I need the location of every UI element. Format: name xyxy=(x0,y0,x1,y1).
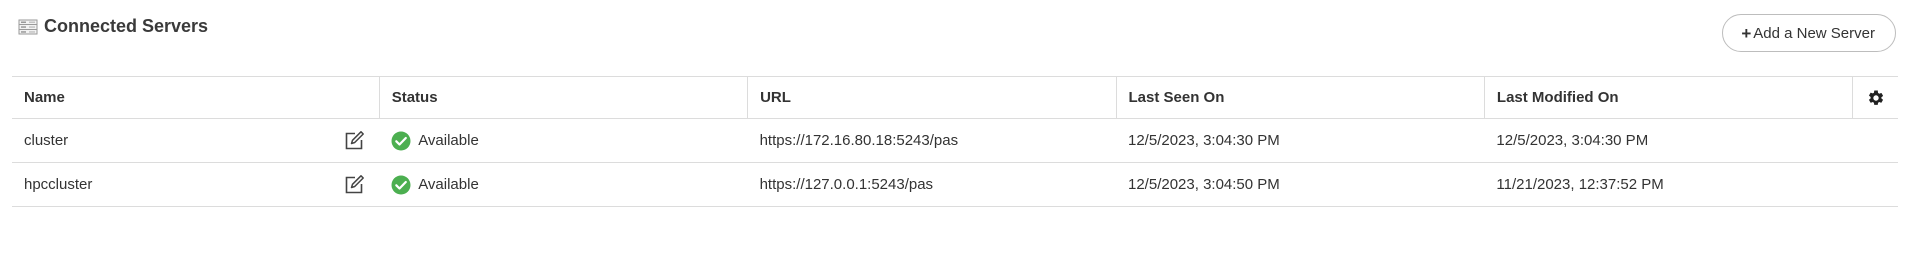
section-header: Connected Servers xyxy=(18,16,208,37)
connected-servers-page: Connected Servers + Add a New Server Nam… xyxy=(0,0,1912,263)
column-header-name[interactable]: Name xyxy=(12,76,380,119)
check-circle-icon xyxy=(391,175,411,195)
table-row: hpccluster Available https://127.0.0.1:5… xyxy=(12,163,1898,207)
column-header-last-seen[interactable]: Last Seen On xyxy=(1116,76,1485,119)
column-header-url[interactable]: URL xyxy=(747,76,1117,119)
cell-url: https://127.0.0.1:5243/pas xyxy=(759,176,934,193)
cell-last-modified: 12/5/2023, 3:04:30 PM xyxy=(1496,132,1649,149)
servers-icon xyxy=(18,19,38,35)
cell-status: Available xyxy=(379,119,747,163)
cell-last-modified: 11/21/2023, 12:37:52 PM xyxy=(1496,176,1664,193)
column-header-last-modified[interactable]: Last Modified On xyxy=(1484,76,1854,119)
edit-icon[interactable] xyxy=(343,130,365,152)
page-title: Connected Servers xyxy=(44,16,209,36)
cell-last-seen: 12/5/2023, 3:04:30 PM xyxy=(1128,132,1280,149)
status-text: Available xyxy=(418,176,479,193)
server-name: hpccluster xyxy=(24,176,93,193)
servers-table: Name Status URL Last Seen On Last Modifi… xyxy=(12,76,1898,207)
gear-icon[interactable] xyxy=(1867,89,1885,107)
cell-name: hpccluster xyxy=(12,163,379,207)
add-server-label: Add a New Server xyxy=(1753,24,1875,42)
cell-last-seen: 12/5/2023, 3:04:50 PM xyxy=(1128,176,1280,193)
table-row: cluster Available https://172.16.80.18:5… xyxy=(12,119,1898,163)
add-server-button[interactable]: + Add a New Server xyxy=(1722,14,1896,52)
edit-icon[interactable] xyxy=(343,174,365,196)
check-circle-icon xyxy=(391,131,411,151)
cell-empty xyxy=(1853,119,1898,163)
status-text: Available xyxy=(418,132,479,149)
cell-name: cluster xyxy=(12,119,379,163)
server-name: cluster xyxy=(24,132,69,149)
cell-status: Available xyxy=(379,163,747,207)
cell-empty xyxy=(1853,163,1898,207)
table-header-row: Name Status URL Last Seen On Last Modifi… xyxy=(12,76,1898,119)
column-settings xyxy=(1852,76,1898,119)
plus-icon: + xyxy=(1741,23,1752,43)
cell-url: https://172.16.80.18:5243/pas xyxy=(759,132,959,149)
column-header-status[interactable]: Status xyxy=(379,76,749,119)
